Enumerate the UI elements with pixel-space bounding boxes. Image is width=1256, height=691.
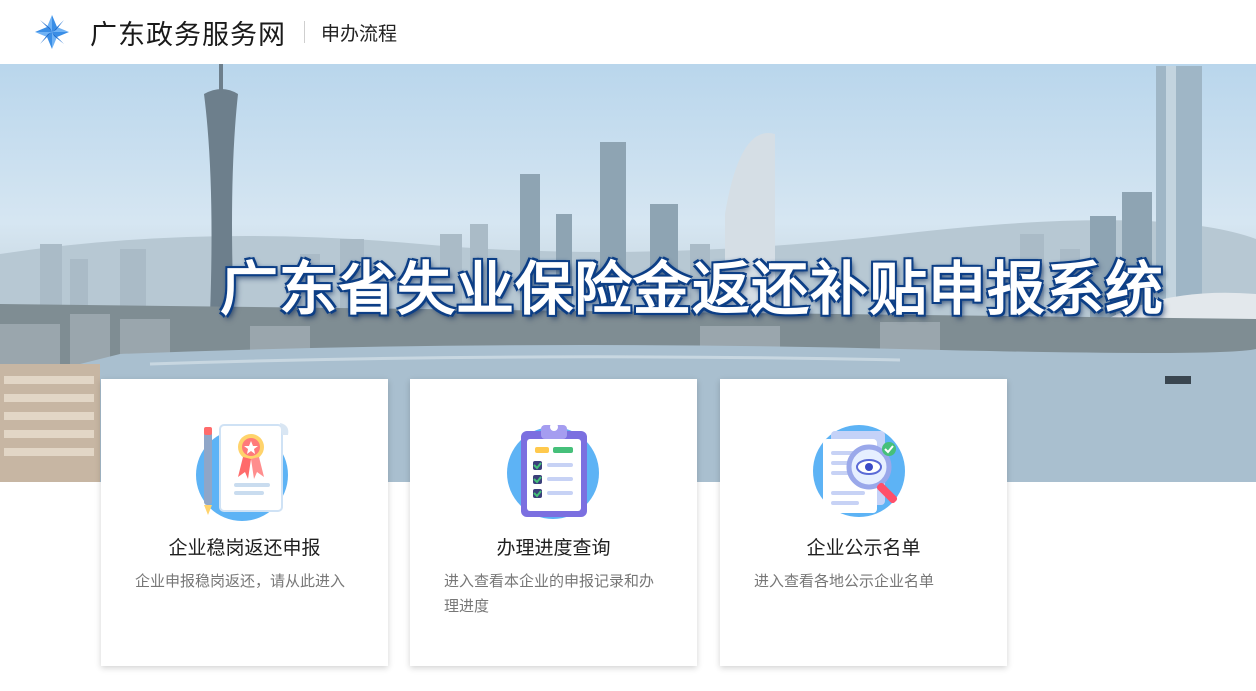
card-description: 企业申报稳岗返还，请从此进入 [135,572,346,590]
card-title: 办理进度查询 [496,537,611,559]
card-public-enterprise-list[interactable]: 企业公示名单 进入查看各地公示企业名单 [720,379,1007,666]
clipboard-checklist-icon [507,423,599,519]
document-search-icon [813,425,905,517]
card-progress-query[interactable]: 办理进度查询 进入查看本企业的申报记录和办理进度 [410,379,697,666]
card-title: 企业稳岗返还申报 [168,537,321,559]
header-divider [304,21,305,43]
guangdong-star-logo-icon[interactable] [34,14,70,50]
banner-title: 广东省失业保险金返还补贴申报系统 [220,255,1165,323]
card-stable-job-refund-apply[interactable]: 企业稳岗返还申报 企业申报稳岗返还，请从此进入 [101,379,388,666]
card-description: 进入查看各地公示企业名单 [754,572,935,590]
site-title[interactable]: 广东政务服务网 [90,13,286,52]
card-description: 进入查看本企业的申报记录和办理进度 [444,572,655,615]
card-title: 企业公示名单 [806,537,921,559]
page-subtitle: 申办流程 [321,22,398,45]
top-header: 广东政务服务网 申办流程 [0,0,1256,64]
certificate-badge-icon [196,423,289,521]
